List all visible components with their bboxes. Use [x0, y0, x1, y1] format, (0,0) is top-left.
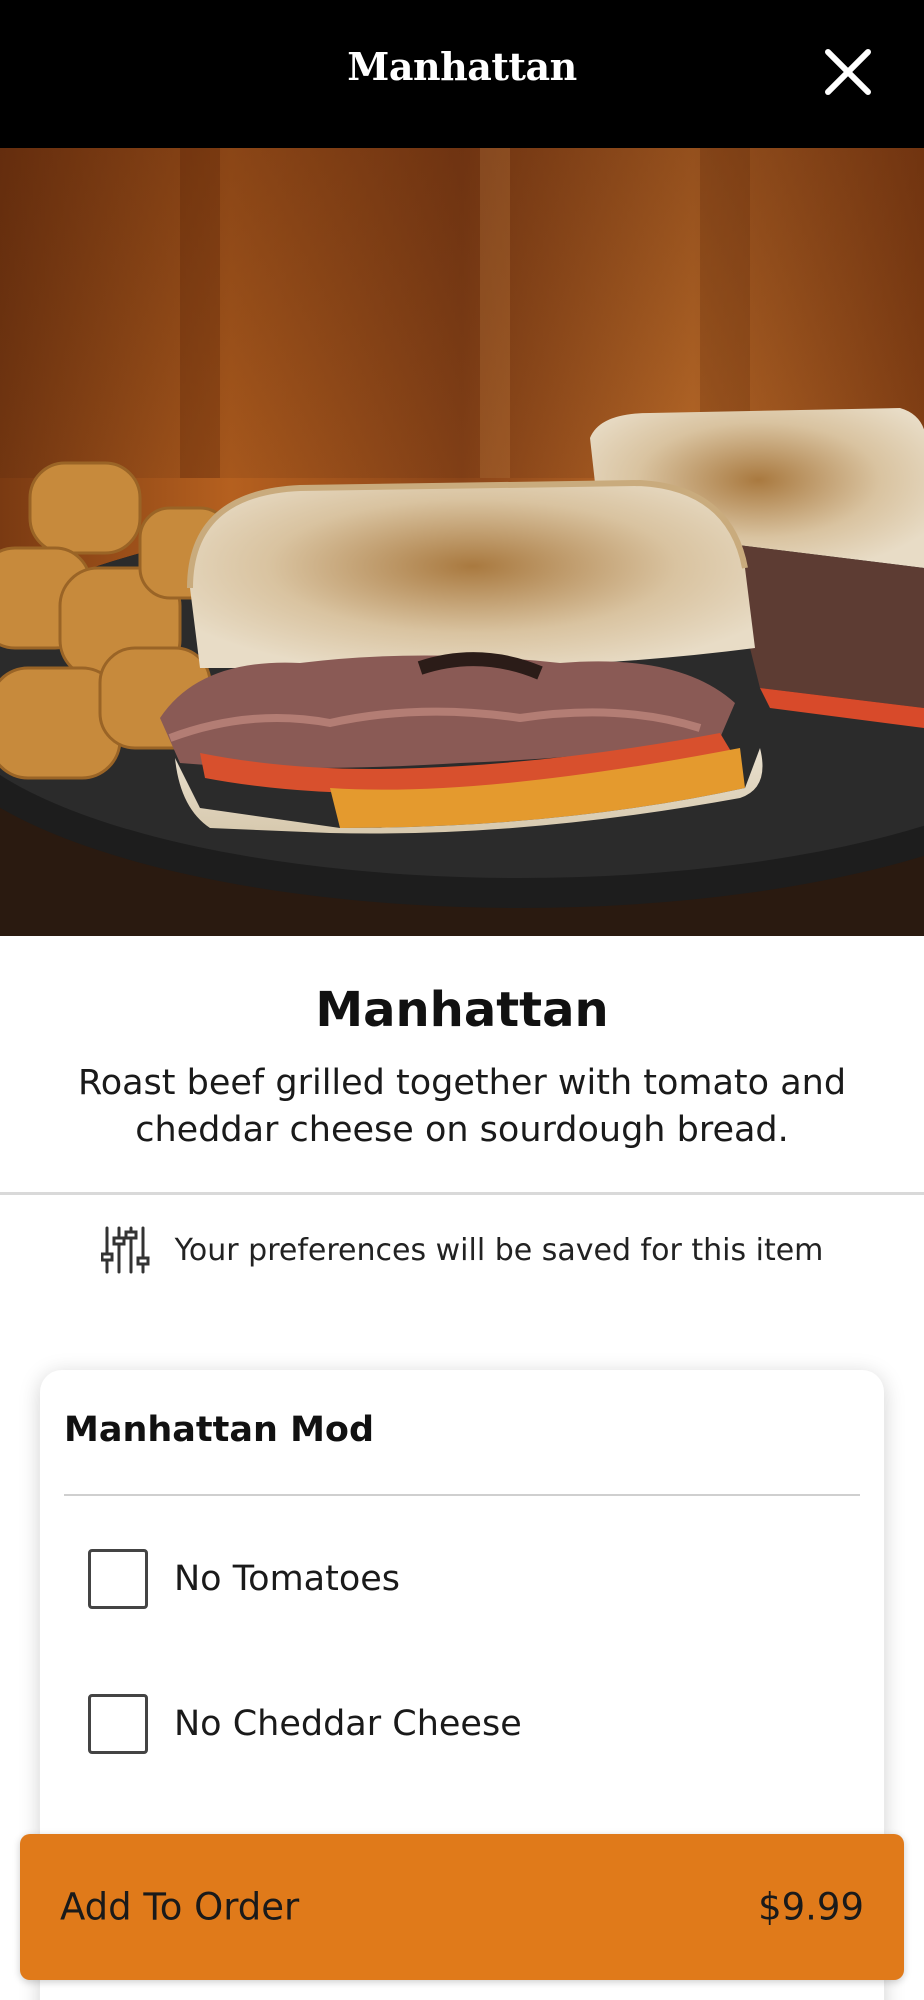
item-description: Roast beef grilled together with tomato …: [77, 1063, 847, 1150]
option-label: No Tomatoes: [174, 1559, 401, 1599]
top-bar: Manhattan: [0, 0, 924, 148]
checkbox[interactable]: [88, 1694, 148, 1754]
option-no-tomatoes[interactable]: No Tomatoes: [88, 1546, 400, 1612]
close-icon: [825, 49, 871, 95]
option-label: No Cheddar Cheese: [174, 1704, 522, 1744]
option-no-cheddar-cheese[interactable]: No Cheddar Cheese: [88, 1691, 522, 1757]
modifier-group-title: Manhattan Mod: [64, 1410, 375, 1450]
item-name: Manhattan: [315, 982, 609, 1038]
modifier-divider: [64, 1494, 860, 1496]
header-title: Manhattan: [347, 44, 577, 89]
item-detail-screen: Manhattan Manhattan Roast beef grilled t…: [0, 0, 924, 2000]
item-price: $9.99: [758, 1885, 864, 1929]
checkbox[interactable]: [88, 1549, 148, 1609]
sliders-icon: [100, 1226, 150, 1274]
close-button[interactable]: [818, 42, 878, 102]
preferences-note: Your preferences will be saved for this …: [0, 1222, 924, 1278]
item-photo: [0, 148, 924, 936]
section-divider: [0, 1192, 924, 1195]
add-to-order-button[interactable]: Add To Order $9.99: [20, 1834, 904, 1980]
preferences-text: Your preferences will be saved for this …: [174, 1232, 824, 1268]
add-to-order-label: Add To Order: [60, 1885, 300, 1929]
